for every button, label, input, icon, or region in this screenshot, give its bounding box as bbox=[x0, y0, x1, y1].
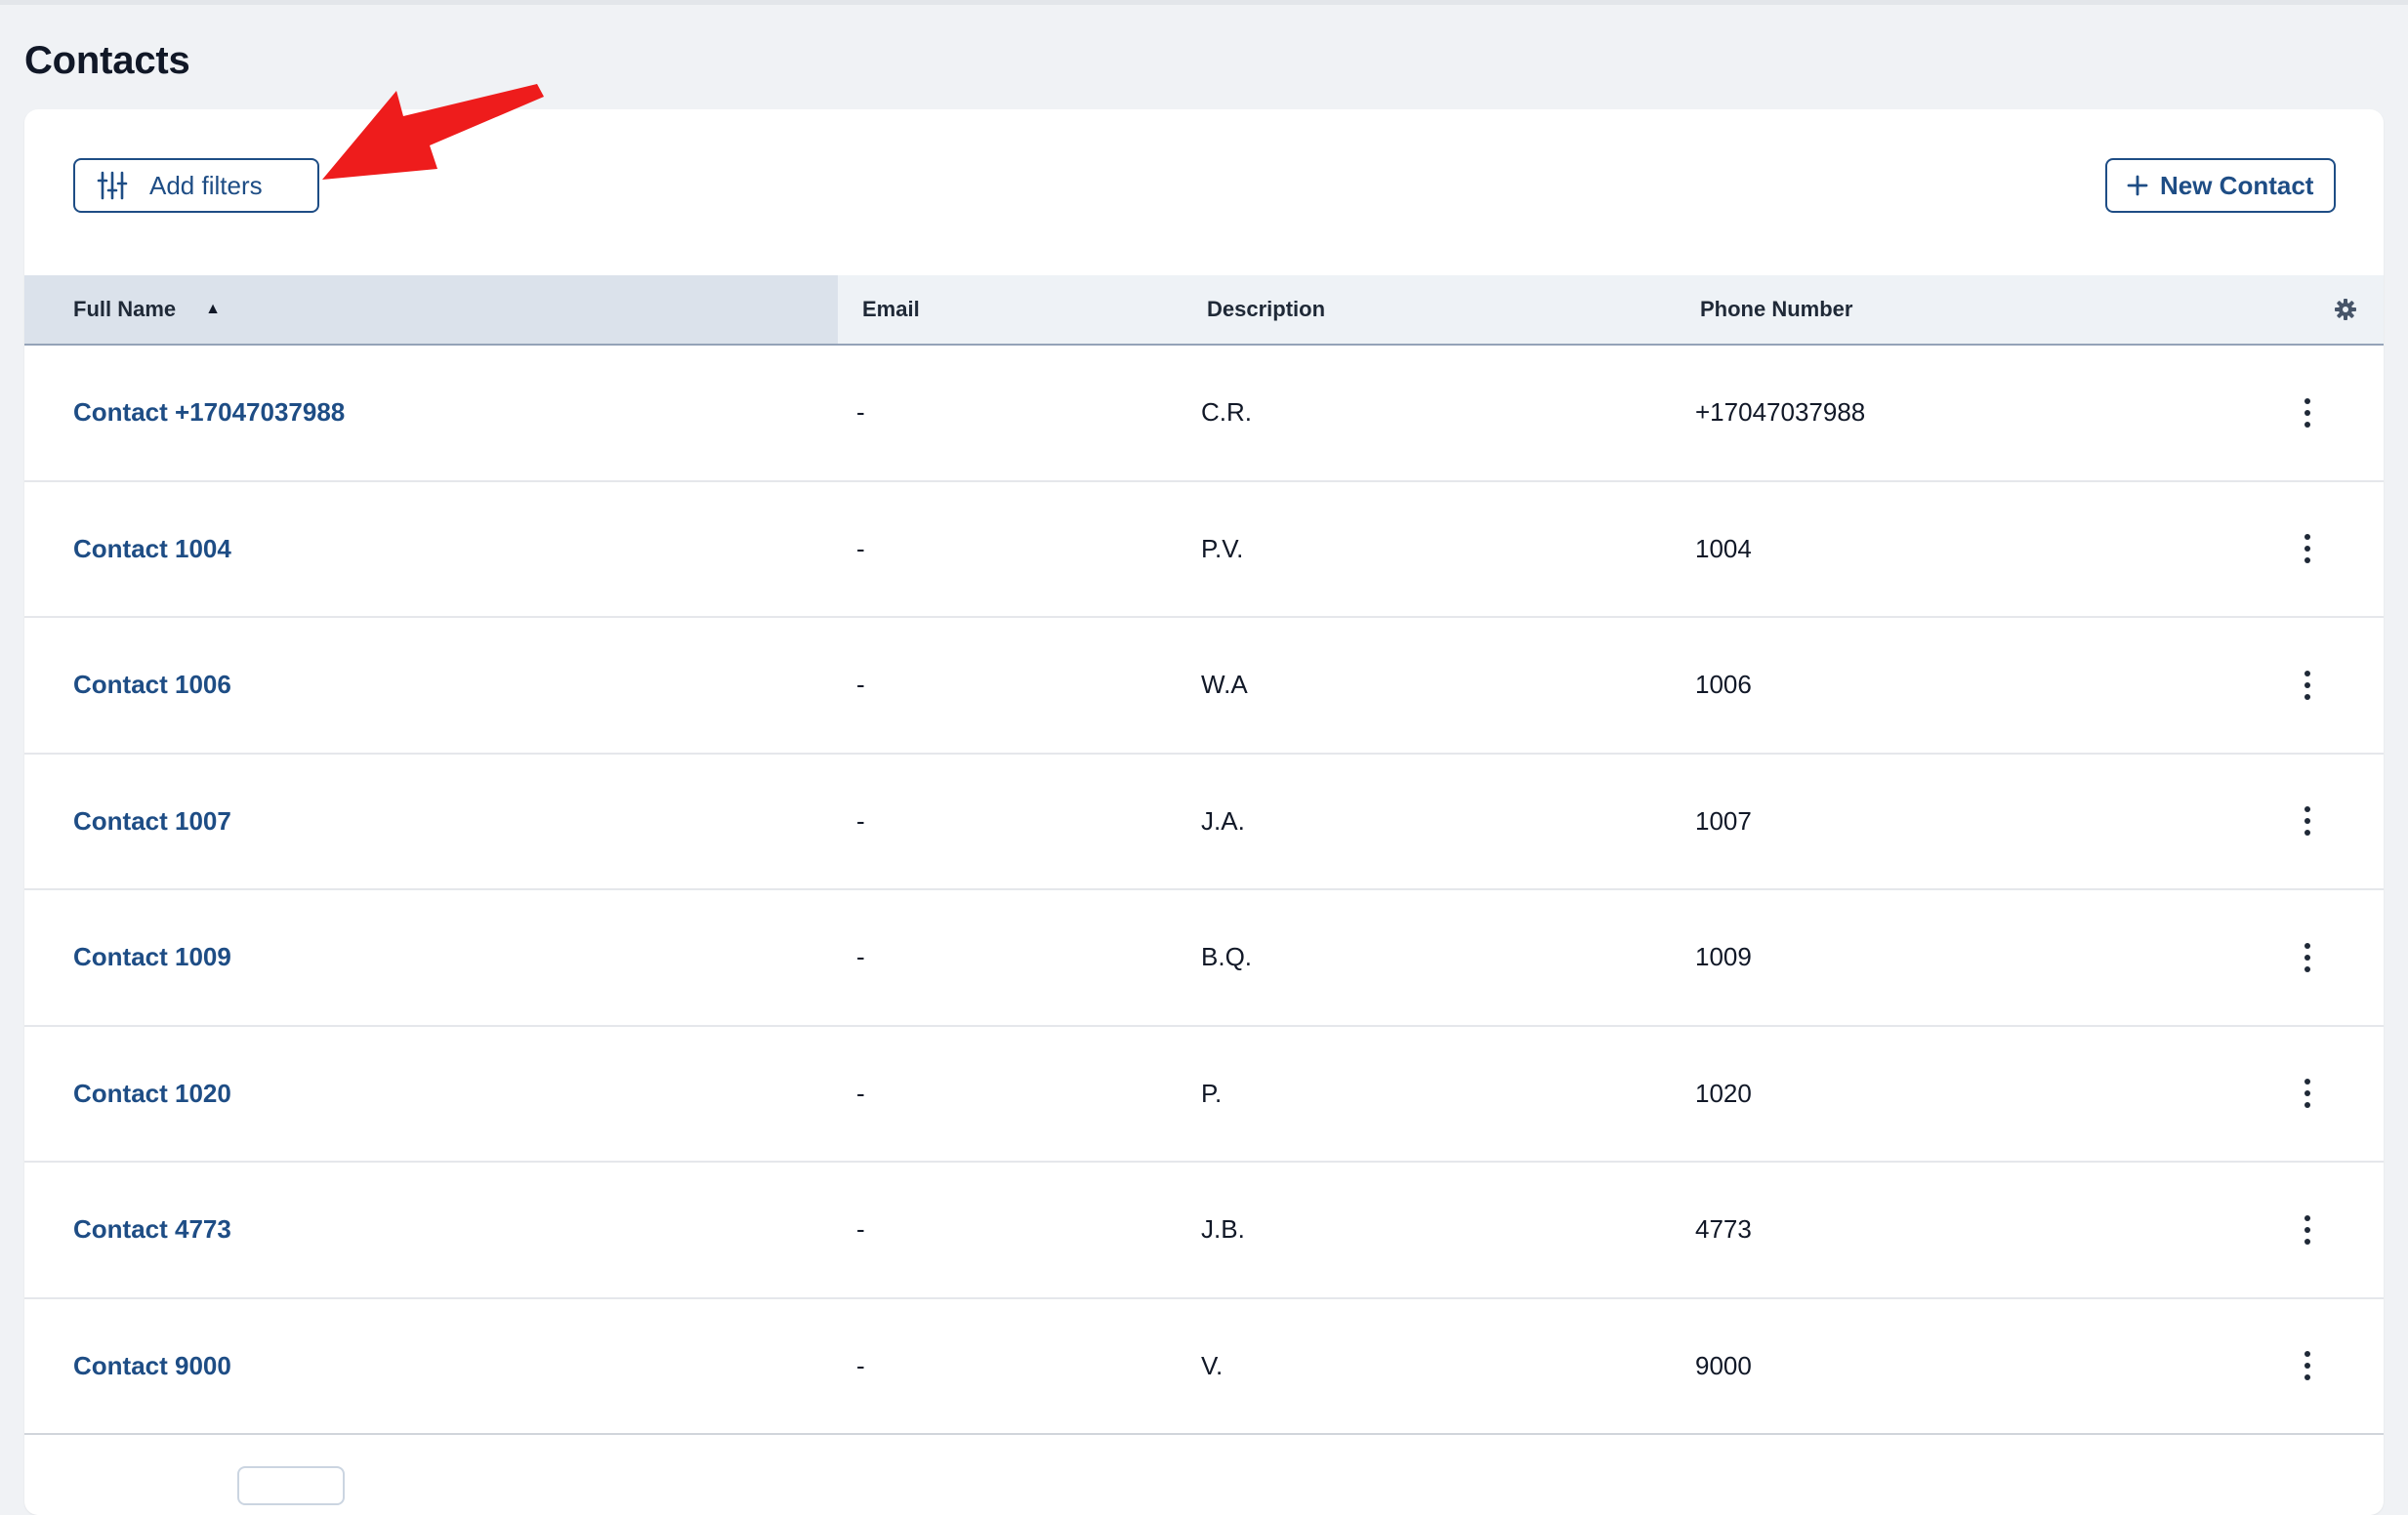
kebab-menu-icon bbox=[2304, 1351, 2310, 1381]
contact-name-link[interactable]: Contact +17047037988 bbox=[73, 346, 345, 480]
table-row: Contact 4773 - J.B. 4773 bbox=[24, 1163, 2384, 1299]
contact-name-link[interactable]: Contact 1006 bbox=[73, 618, 231, 753]
contact-email: - bbox=[856, 942, 865, 972]
contact-description: J.A. bbox=[1201, 805, 1245, 836]
row-menu-button[interactable] bbox=[2288, 1163, 2327, 1297]
contact-name-link[interactable]: Contact 4773 bbox=[73, 1163, 231, 1297]
contact-email: - bbox=[856, 397, 865, 428]
table-row: Contact 1009 - B.Q. 1009 bbox=[24, 890, 2384, 1027]
row-menu-button[interactable] bbox=[2288, 618, 2327, 753]
contact-description: C.R. bbox=[1201, 397, 1252, 428]
contact-phone: 9000 bbox=[1695, 1350, 1752, 1380]
new-contact-label: New Contact bbox=[2160, 170, 2314, 200]
row-menu-button[interactable] bbox=[2288, 482, 2327, 617]
row-menu-button[interactable] bbox=[2288, 1299, 2327, 1434]
contact-phone: 1020 bbox=[1695, 1078, 1752, 1108]
kebab-menu-icon bbox=[2304, 806, 2310, 837]
contact-name-link[interactable]: Contact 1020 bbox=[73, 1027, 231, 1162]
contact-email: - bbox=[856, 1078, 865, 1108]
contact-email: - bbox=[856, 533, 865, 563]
table-row: Contact 1020 - P. 1020 bbox=[24, 1027, 2384, 1163]
plus-icon bbox=[2127, 175, 2148, 196]
contact-email: - bbox=[856, 805, 865, 836]
table-header: Full Name ▲ Email Description Phone Numb… bbox=[24, 275, 2384, 346]
contact-description: P.V. bbox=[1201, 533, 1244, 563]
contact-phone: 1006 bbox=[1695, 670, 1752, 700]
contact-description: J.B. bbox=[1201, 1214, 1245, 1245]
add-filters-label: Add filters bbox=[149, 170, 263, 200]
page-title: Contacts bbox=[24, 39, 190, 82]
contact-description: P. bbox=[1201, 1078, 1223, 1108]
sort-ascending-icon: ▲ bbox=[205, 301, 221, 317]
gear-icon[interactable] bbox=[2334, 298, 2357, 321]
contact-email: - bbox=[856, 670, 865, 700]
top-border bbox=[0, 0, 2408, 5]
contact-name-link[interactable]: Contact 1009 bbox=[73, 890, 231, 1025]
table-row: Contact +17047037988 - C.R. +17047037988 bbox=[24, 346, 2384, 482]
page-size-select[interactable] bbox=[237, 1466, 345, 1505]
kebab-menu-icon bbox=[2304, 534, 2310, 564]
kebab-menu-icon bbox=[2304, 670, 2310, 700]
contact-name-link[interactable]: Contact 1007 bbox=[73, 755, 231, 889]
contact-email: - bbox=[856, 1214, 865, 1245]
new-contact-button[interactable]: New Contact bbox=[2105, 158, 2336, 213]
contact-description: V. bbox=[1201, 1350, 1224, 1380]
column-header-description[interactable]: Description bbox=[1207, 275, 1325, 344]
column-header-label: Full Name bbox=[73, 297, 177, 321]
sliders-icon bbox=[97, 170, 128, 201]
kebab-menu-icon bbox=[2304, 397, 2310, 428]
contact-phone: 1007 bbox=[1695, 805, 1752, 836]
contact-phone: 4773 bbox=[1695, 1214, 1752, 1245]
contact-phone: 1009 bbox=[1695, 942, 1752, 972]
table-row: Contact 1004 - P.V. 1004 bbox=[24, 482, 2384, 618]
table-row: Contact 1006 - W.A 1006 bbox=[24, 618, 2384, 755]
contact-phone: 1004 bbox=[1695, 533, 1752, 563]
table-row: Contact 9000 - V. 9000 bbox=[24, 1299, 2384, 1435]
contact-description: B.Q. bbox=[1201, 942, 1253, 972]
contacts-card: Add filters New Contact Full Name ▲ Emai… bbox=[24, 109, 2384, 1515]
row-menu-button[interactable] bbox=[2288, 346, 2327, 480]
contact-description: W.A bbox=[1201, 670, 1248, 700]
contact-name-link[interactable]: Contact 9000 bbox=[73, 1299, 231, 1434]
kebab-menu-icon bbox=[2304, 1214, 2310, 1245]
contact-email: - bbox=[856, 1350, 865, 1380]
row-menu-button[interactable] bbox=[2288, 890, 2327, 1025]
contact-name-link[interactable]: Contact 1004 bbox=[73, 482, 231, 617]
column-header-email[interactable]: Email bbox=[862, 275, 920, 344]
column-header-phone-number[interactable]: Phone Number bbox=[1700, 275, 1852, 344]
kebab-menu-icon bbox=[2304, 942, 2310, 972]
row-menu-button[interactable] bbox=[2288, 755, 2327, 889]
kebab-menu-icon bbox=[2304, 1079, 2310, 1109]
table-body: Contact +17047037988 - C.R. +17047037988… bbox=[24, 346, 2384, 1435]
table-row: Contact 1007 - J.A. 1007 bbox=[24, 755, 2384, 890]
column-header-full-name[interactable]: Full Name ▲ bbox=[73, 275, 221, 344]
row-menu-button[interactable] bbox=[2288, 1027, 2327, 1162]
add-filters-button[interactable]: Add filters bbox=[73, 158, 319, 213]
contact-phone: +17047037988 bbox=[1695, 397, 1866, 428]
